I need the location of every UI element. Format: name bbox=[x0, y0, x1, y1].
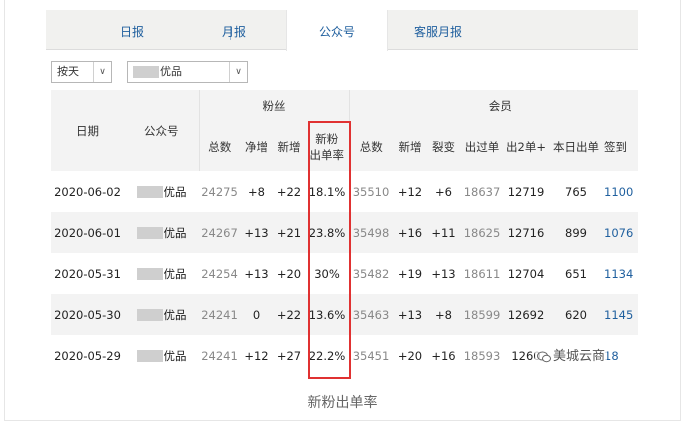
cell-checkin-link[interactable]: 1134 bbox=[604, 253, 638, 294]
cell-members-total: 35463 bbox=[349, 294, 393, 335]
header-fans-net: 净增 bbox=[240, 122, 273, 171]
header-ordered: 出过单 bbox=[460, 122, 504, 171]
cell-fans-net: +13 bbox=[240, 212, 273, 253]
cell-fans-total: 24267 bbox=[199, 212, 240, 253]
cell-fans-new: +21 bbox=[273, 212, 305, 253]
cell-date: 2020-06-01 bbox=[51, 212, 124, 253]
header-fans-total: 总数 bbox=[199, 122, 240, 171]
cell-fans-net: +12 bbox=[244, 348, 269, 363]
cell-ordered-twice: 12719 bbox=[507, 184, 545, 199]
cell-today-orders: 899 bbox=[548, 212, 604, 253]
cell-account: 优品 bbox=[124, 212, 199, 253]
wechat-icon bbox=[537, 351, 551, 362]
cell-fans-net: 0 bbox=[240, 294, 273, 335]
chevron-down-icon: ∨ bbox=[229, 62, 247, 82]
cell-ordered: 18599 bbox=[460, 294, 504, 335]
blurred-account-name bbox=[136, 350, 163, 362]
cell-members-total: 35498 bbox=[349, 212, 393, 253]
tab-official-account[interactable]: 公众号 bbox=[286, 10, 388, 51]
cell-today-orders: 651 bbox=[565, 266, 587, 281]
cell-members-total: 35451 bbox=[352, 348, 390, 363]
order-rate-highlight-box bbox=[308, 121, 351, 379]
cell-date: 2020-05-31 bbox=[54, 266, 121, 281]
cell-fans-total: 24254 bbox=[201, 266, 238, 281]
cell-fission: +6 bbox=[435, 184, 452, 199]
blurred-account-name bbox=[136, 186, 163, 198]
cell-account: 优品 bbox=[124, 253, 199, 294]
cell-fans-total: 24275 bbox=[201, 184, 238, 199]
account-select-value: 优品 bbox=[160, 65, 182, 78]
cell-checkin-link[interactable]: 1076 bbox=[604, 212, 638, 253]
cell-fans-net: +8 bbox=[248, 184, 265, 199]
cell-fans-total: 24241 bbox=[199, 294, 240, 335]
cell-fans-total: 24241 bbox=[201, 348, 238, 363]
blurred-account-name bbox=[136, 309, 163, 321]
blurred-account-name bbox=[136, 227, 163, 239]
cell-members-new: +20 bbox=[397, 348, 423, 363]
cell-account: 优品 bbox=[124, 171, 199, 212]
cell-members-total: 35510 bbox=[352, 184, 390, 199]
cell-ordered: 18611 bbox=[463, 266, 501, 281]
cell-checkin-link[interactable]: 1145 bbox=[604, 294, 638, 335]
cell-fission: +16 bbox=[431, 348, 456, 363]
blurred-account-name bbox=[133, 66, 159, 78]
watermark: 美城云商 bbox=[535, 345, 608, 364]
cell-account: 优品 bbox=[124, 294, 199, 335]
cell-members-new: +19 bbox=[397, 266, 423, 281]
cell-members-new: +12 bbox=[397, 184, 423, 199]
tab-service-monthly[interactable]: 客服月报 bbox=[398, 10, 478, 50]
header-members-total: 总数 bbox=[349, 122, 393, 171]
header-fission: 裂变 bbox=[427, 122, 460, 171]
cell-fans-new: +22 bbox=[273, 294, 305, 335]
cell-fission: +8 bbox=[427, 294, 460, 335]
header-checkin: 签到 bbox=[604, 122, 638, 171]
cell-members-new: +13 bbox=[393, 294, 427, 335]
cell-ordered: 18625 bbox=[460, 212, 504, 253]
header-account: 公众号 bbox=[124, 90, 200, 171]
header-date: 日期 bbox=[51, 90, 124, 171]
cell-fans-new: +20 bbox=[276, 266, 302, 281]
cell-checkin-link[interactable]: 18 bbox=[604, 335, 638, 376]
cell-date: 2020-05-29 bbox=[54, 348, 121, 363]
cell-members-new: +16 bbox=[393, 212, 427, 253]
cell-ordered-twice: 12704 bbox=[507, 266, 545, 281]
chevron-down-icon: ∨ bbox=[93, 62, 111, 82]
cell-ordered: 18637 bbox=[463, 184, 501, 199]
header-fans-group: 粉丝 bbox=[199, 90, 350, 122]
cell-ordered-twice: 12716 bbox=[504, 212, 548, 253]
cell-date: 2020-06-02 bbox=[54, 184, 121, 199]
figure-caption: 新粉出单率 bbox=[307, 395, 378, 411]
cell-checkin-link[interactable]: 1100 bbox=[604, 171, 638, 212]
cell-ordered-twice: 12692 bbox=[504, 294, 548, 335]
header-members-group: 会员 bbox=[349, 90, 638, 122]
tab-daily[interactable]: 日报 bbox=[96, 10, 168, 50]
header-ordered-twice: 出2单+ bbox=[504, 122, 548, 171]
cell-fans-new: +27 bbox=[276, 348, 302, 363]
cell-fans-new: +22 bbox=[276, 184, 302, 199]
cell-today-orders: 620 bbox=[548, 294, 604, 335]
tab-monthly[interactable]: 月报 bbox=[198, 10, 270, 50]
account-select[interactable]: 优品 ∨ bbox=[127, 61, 248, 83]
cell-members-total: 35482 bbox=[352, 266, 390, 281]
cell-ordered: 18593 bbox=[463, 348, 501, 363]
header-fans-new: 新增 bbox=[273, 122, 305, 171]
cell-fans-net: +13 bbox=[244, 266, 269, 281]
cell-today-orders: 765 bbox=[565, 184, 587, 199]
header-today-orders: 本日出单 bbox=[548, 122, 604, 171]
cell-account: 优品 bbox=[124, 335, 199, 376]
period-select-value: 按天 bbox=[57, 65, 79, 78]
report-tabbar: 日报 月报 公众号 客服月报 bbox=[46, 10, 638, 51]
cell-fission: +13 bbox=[431, 266, 456, 281]
cell-date: 2020-05-30 bbox=[51, 294, 124, 335]
period-select[interactable]: 按天 ∨ bbox=[51, 61, 112, 83]
cell-fission: +11 bbox=[427, 212, 460, 253]
blurred-account-name bbox=[136, 268, 163, 280]
header-members-new: 新增 bbox=[393, 122, 427, 171]
